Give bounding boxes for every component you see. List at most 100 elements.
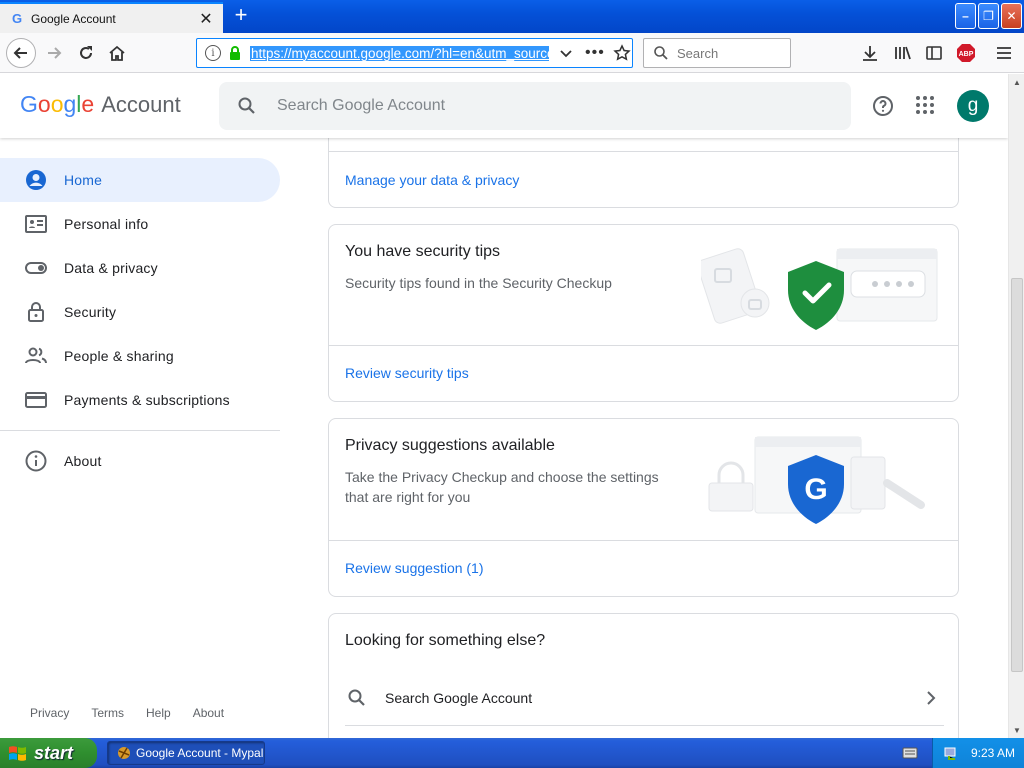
sidebar-item-label: About (64, 453, 102, 469)
card-description: Security tips found in the Security Chec… (345, 275, 612, 291)
footer-link-terms[interactable]: Terms (91, 706, 124, 720)
privacy-suggestions-card: Privacy suggestions available Take the P… (328, 418, 959, 597)
browser-search-input[interactable]: Search (643, 38, 791, 68)
taskbar-window-title: Google Account - Mypal (136, 746, 264, 760)
sidebar-item-label: Data & privacy (64, 260, 158, 276)
info-icon[interactable]: i (205, 45, 221, 61)
card-description: Take the Privacy Checkup and choose the … (345, 469, 659, 505)
footer-link-help[interactable]: Help (146, 706, 171, 720)
home-button[interactable] (103, 39, 131, 67)
toggle-icon (24, 256, 48, 280)
apps-grid-icon[interactable] (915, 95, 935, 115)
keyboard-icon[interactable] (902, 746, 918, 760)
menu-button[interactable] (990, 39, 1018, 67)
start-button[interactable]: start (0, 738, 97, 768)
download-icon (863, 46, 877, 61)
maximize-button[interactable]: ❐ (978, 3, 999, 29)
sidebar-item-about[interactable]: About (0, 439, 280, 483)
lock-icon (229, 46, 241, 60)
svg-text:ABP: ABP (959, 51, 974, 58)
library-icon (895, 46, 911, 60)
page-actions-icon[interactable]: ••• (585, 44, 605, 62)
sidebar-icon (926, 46, 942, 60)
forward-button[interactable] (40, 39, 68, 67)
logo-letter: o (37, 91, 51, 117)
account-circle-icon (24, 168, 48, 192)
home-icon (109, 45, 125, 61)
sidebar-nav: Home Personal info Data & privacy Securi… (0, 158, 290, 483)
sidebar-item-home[interactable]: Home (0, 158, 280, 202)
back-button[interactable] (6, 38, 36, 68)
sidebar-item-label: Security (64, 304, 117, 320)
close-tab-icon[interactable]: ✕ (197, 10, 215, 28)
google-favicon-icon: G (11, 11, 23, 26)
card-divider (329, 540, 958, 541)
google-g-icon: G (804, 473, 827, 506)
start-label: start (34, 742, 74, 763)
tab-title: Google Account (31, 11, 116, 26)
bookmark-star-icon[interactable] (613, 44, 631, 62)
adblock-button[interactable]: ABP (952, 39, 980, 67)
chevron-down-icon[interactable] (557, 44, 575, 62)
sidebar-item-label: Home (64, 172, 103, 188)
security-shield-illustration-icon (701, 248, 938, 330)
search-icon (654, 46, 668, 60)
sidebar-item-payments[interactable]: Payments & subscriptions (0, 378, 280, 422)
help-icon[interactable] (872, 95, 894, 117)
credit-card-icon (24, 388, 48, 412)
taskbar-window-button[interactable]: Google Account - Mypal (107, 741, 265, 765)
footer-link-privacy[interactable]: Privacy (30, 706, 69, 720)
close-window-button[interactable]: ✕ (1001, 3, 1022, 29)
manage-data-privacy-link[interactable]: Manage your data & privacy (345, 172, 519, 188)
logo-letter: g (63, 91, 77, 117)
search-icon (238, 97, 255, 114)
review-suggestion-link[interactable]: Review suggestion (1) (345, 560, 484, 576)
sidebar-item-label: People & sharing (64, 348, 174, 364)
reload-button[interactable] (72, 39, 100, 67)
sidebar-item-data-privacy[interactable]: Data & privacy (0, 246, 280, 290)
arrow-right-icon (48, 47, 62, 59)
sidebar-toggle-button[interactable] (920, 39, 948, 67)
google-account-search-input[interactable]: Search Google Account (219, 82, 851, 130)
sidebar-divider (0, 430, 280, 431)
avatar[interactable]: g (957, 90, 989, 122)
logo-letter: G (20, 91, 38, 117)
search-icon (348, 689, 365, 706)
footer-link-about[interactable]: About (193, 706, 224, 720)
windows-flag-icon (9, 746, 26, 761)
search-placeholder: Search Google Account (277, 97, 446, 114)
url-text[interactable]: https://myaccount.google.com/?hl=en&utm_… (250, 45, 549, 61)
google-account-logo[interactable]: Google Account (20, 91, 181, 118)
scroll-thumb[interactable] (1011, 278, 1023, 672)
card-divider (345, 725, 944, 726)
lock-icon (24, 300, 48, 324)
card-title: You have security tips (345, 243, 501, 260)
url-bar[interactable]: i https://myaccount.google.com/?hl=en&ut… (196, 38, 633, 68)
sidebar-item-personal-info[interactable]: Personal info (0, 202, 280, 246)
sidebar-item-security[interactable]: Security (0, 290, 280, 334)
id-card-icon (24, 212, 48, 236)
downloads-button[interactable] (856, 39, 884, 67)
clock[interactable]: 9:23 AM (971, 746, 1015, 760)
logo-letter: e (81, 91, 95, 117)
row-label: Search Google Account (385, 690, 533, 706)
scroll-down-arrow-icon[interactable]: ▼ (1009, 722, 1024, 738)
browser-tab[interactable]: G Google Account ✕ (0, 2, 223, 33)
minimize-button[interactable]: – (955, 3, 976, 29)
mypal-browser-icon (118, 747, 130, 759)
library-button[interactable] (889, 39, 917, 67)
browser-titlebar: G Google Account ✕ + – ❐ ✕ (0, 0, 1024, 33)
page-viewport: Google Account Search Google Account g H… (0, 74, 1008, 738)
review-security-tips-link[interactable]: Review security tips (345, 365, 469, 381)
scroll-up-arrow-icon[interactable]: ▲ (1009, 74, 1024, 90)
network-icon[interactable] (943, 745, 959, 761)
new-tab-button[interactable]: + (230, 4, 252, 27)
arrow-left-icon (13, 47, 27, 59)
sidebar-item-people-sharing[interactable]: People & sharing (0, 334, 280, 378)
search-google-account-row[interactable]: Search Google Account (345, 684, 945, 712)
hamburger-menu-icon (997, 47, 1011, 59)
card-title: Looking for something else? (345, 632, 546, 649)
page-scrollbar[interactable]: ▲ ▼ (1008, 74, 1024, 738)
card-title: Privacy suggestions available (345, 437, 555, 454)
card-divider (329, 151, 958, 152)
